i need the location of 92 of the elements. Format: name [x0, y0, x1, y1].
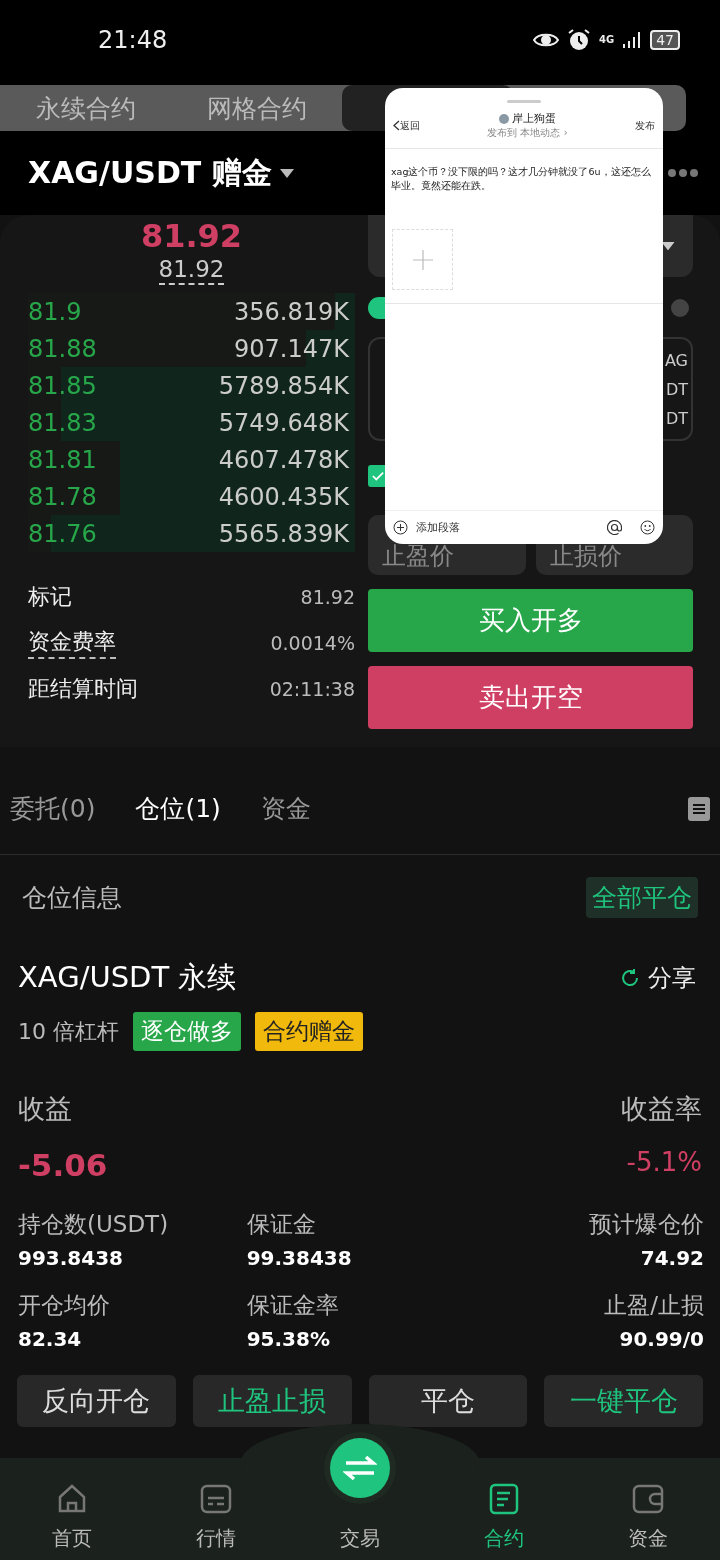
position-tab[interactable]: 仓位(1) — [135, 792, 221, 825]
bid-amount: 907.147K — [234, 334, 349, 363]
position-action-button[interactable]: 一键平仓 — [544, 1375, 703, 1427]
dropdown-arrow-icon[interactable] — [279, 168, 294, 178]
dropdown-arrow-icon[interactable] — [661, 241, 675, 251]
section-title: 仓位信息 — [22, 882, 122, 914]
nav-item[interactable]: 合约 — [432, 1481, 576, 1560]
field-label: 止盈/止损 — [604, 1291, 704, 1320]
publish-target[interactable]: 发布到 本地动态 › — [487, 126, 568, 140]
unit-label: DT — [665, 407, 688, 430]
position-tag: 合约赠金 — [255, 1012, 363, 1051]
publish-button[interactable]: 发布 — [635, 118, 655, 133]
close-all-button[interactable]: 全部平仓 — [586, 877, 698, 918]
bid-price[interactable]: 81.83 — [28, 408, 97, 437]
mention-icon[interactable] — [607, 520, 622, 535]
nav-item[interactable]: 资金 — [576, 1481, 720, 1560]
add-circle-icon[interactable] — [393, 520, 408, 535]
bid-amount: 5565.839K — [218, 519, 349, 548]
plus-icon — [412, 249, 433, 270]
network-type: 4G — [599, 35, 615, 45]
stat-label: 资金费率 — [28, 627, 116, 659]
roe-label: 收益率 — [621, 1092, 702, 1126]
nav-item[interactable]: 交易 — [288, 1525, 432, 1560]
mark-price[interactable]: 81.92 — [158, 255, 225, 285]
field-value: 90.99/0 — [619, 1327, 704, 1351]
back-icon — [393, 120, 400, 131]
field-label: 开仓均价 — [18, 1291, 110, 1320]
avatar-icon — [499, 113, 509, 124]
field-label: 预计爆仓价 — [589, 1210, 704, 1239]
position-action-button[interactable]: 止盈止损 — [192, 1375, 352, 1427]
contract-tab[interactable]: 网格合约 — [171, 85, 342, 131]
field-label: 保证金 — [246, 1210, 316, 1239]
pnl-value: -5.06 — [18, 1147, 108, 1183]
alarm-icon — [567, 28, 591, 52]
signal-icon — [622, 30, 643, 50]
field-label: 持仓数(USDT) — [18, 1210, 169, 1239]
bid-price[interactable]: 81.9 — [28, 297, 82, 326]
field-label: 保证金率 — [246, 1291, 339, 1320]
position-tab[interactable]: 委托(0) — [10, 792, 96, 825]
unit-label: AG — [664, 349, 688, 372]
swap-icon — [343, 1455, 377, 1481]
tpsl-checkbox[interactable] — [368, 465, 385, 487]
field-value: 82.34 — [18, 1327, 82, 1351]
status-time: 21:48 — [98, 26, 168, 54]
bid-amount: 5789.854K — [218, 371, 349, 400]
author-name: 岸上狗蛋 — [512, 111, 556, 126]
nav-item[interactable]: 首页 — [0, 1481, 144, 1560]
position-tag: 逐仓做多 — [133, 1012, 241, 1051]
bid-amount: 4600.435K — [218, 482, 349, 511]
battery-level: 47 — [650, 30, 680, 50]
pair-title[interactable]: XAG/USDT 赠金 — [28, 152, 272, 194]
bid-price[interactable]: 81.76 — [28, 519, 97, 548]
refresh-icon — [620, 968, 640, 988]
pnl-label: 收益 — [18, 1092, 72, 1126]
bid-price[interactable]: 81.81 — [28, 445, 97, 474]
slider-thumb[interactable] — [368, 297, 385, 319]
bid-price[interactable]: 81.85 — [28, 371, 97, 400]
field-value: 95.38% — [246, 1327, 330, 1351]
position-action-button[interactable]: 平仓 — [368, 1375, 528, 1427]
stat-value: 0.0014% — [270, 632, 355, 654]
check-icon — [371, 471, 384, 481]
bid-amount: 4607.478K — [218, 445, 349, 474]
position-tab[interactable]: 资金 — [260, 792, 311, 825]
back-button[interactable]: 返回 — [393, 118, 420, 133]
field-value: 74.92 — [640, 1246, 704, 1270]
share-button[interactable]: 分享 — [614, 961, 702, 995]
bid-price[interactable]: 81.88 — [28, 334, 97, 363]
nav-item[interactable]: 行情 — [144, 1481, 288, 1560]
position-action-button[interactable]: 反向开仓 — [17, 1375, 176, 1427]
more-icon[interactable] — [668, 169, 698, 177]
field-value: 99.38438 — [246, 1246, 352, 1270]
stat-value: 81.92 — [300, 586, 355, 608]
position-symbol: XAG/USDT 永续 — [18, 959, 237, 996]
leverage-label: 10 倍杠杆 — [18, 1017, 119, 1046]
stat-label: 标记 — [28, 583, 72, 611]
contract-tab[interactable]: 永续合约 — [0, 85, 171, 131]
bid-amount: 5749.648K — [218, 408, 349, 437]
stat-value: 02:11:38 — [269, 678, 355, 700]
add-paragraph-button[interactable]: 添加段落 — [416, 520, 460, 535]
field-value: 993.8438 — [18, 1246, 123, 1270]
sell-button[interactable]: 卖出开空 — [368, 666, 693, 729]
eye-icon — [533, 31, 559, 49]
post-text[interactable]: xag这个币？没下限的吗？这才几分钟就没了6u，这还怎么毕业。竟然还能在跌。 — [385, 149, 663, 193]
stat-label: 距结算时间 — [28, 675, 138, 703]
last-price: 81.92 — [139, 217, 244, 255]
bid-amount: 356.819K — [234, 297, 349, 326]
unit-label: DT — [665, 378, 688, 401]
emoji-icon[interactable] — [640, 520, 655, 535]
roe-value: -5.1% — [626, 1147, 702, 1179]
list-icon[interactable] — [688, 796, 710, 821]
bid-price[interactable]: 81.78 — [28, 482, 97, 511]
slider-stop — [671, 299, 689, 317]
